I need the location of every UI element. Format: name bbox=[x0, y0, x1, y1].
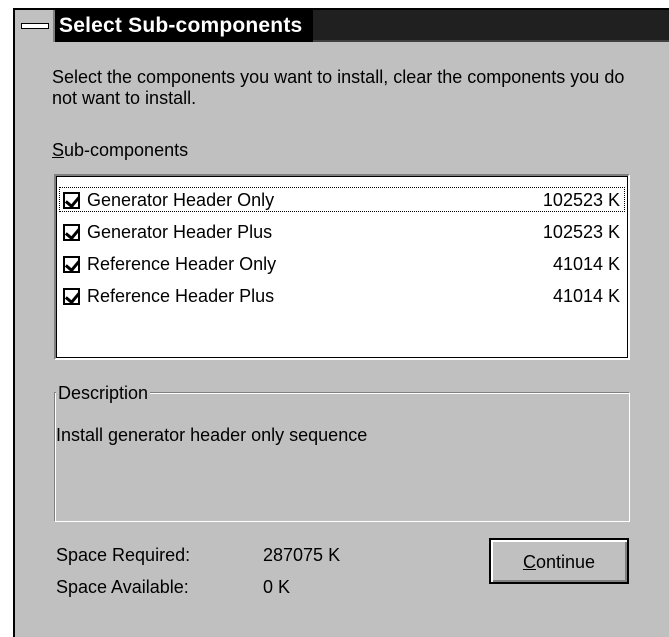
title-bar[interactable]: Select Sub-components bbox=[15, 10, 669, 42]
window-title: Select Sub-components bbox=[59, 14, 303, 37]
list-item[interactable]: Reference Header Plus 41014 K bbox=[58, 282, 626, 309]
space-required-value: 287075 K bbox=[263, 545, 341, 565]
space-available-label: Space Available: bbox=[56, 577, 189, 597]
checkbox-checked-icon[interactable] bbox=[63, 192, 80, 209]
space-required-label: Space Required: bbox=[56, 545, 191, 565]
checkbox-checked-icon[interactable] bbox=[63, 288, 80, 305]
component-size: 41014 K bbox=[552, 254, 620, 274]
system-menu-icon[interactable] bbox=[15, 10, 55, 42]
component-name: Reference Header Plus bbox=[87, 286, 275, 306]
description-label: Description bbox=[56, 382, 151, 404]
checkbox-checked-icon[interactable] bbox=[63, 224, 80, 241]
space-available-value: 0 K bbox=[263, 577, 291, 597]
component-name: Generator Header Only bbox=[87, 190, 275, 210]
subcomponents-list[interactable]: Generator Header Only 102523 K Generator… bbox=[54, 174, 630, 360]
list-item[interactable]: Reference Header Only 41014 K bbox=[58, 250, 626, 277]
continue-button[interactable]: Continue bbox=[489, 538, 629, 584]
component-size: 102523 K bbox=[542, 190, 620, 210]
component-size: 102523 K bbox=[542, 222, 620, 242]
component-name: Reference Header Only bbox=[87, 254, 277, 274]
instructions-text: Select the components you want to instal… bbox=[52, 67, 625, 108]
checkbox-checked-icon[interactable] bbox=[63, 256, 80, 273]
component-name: Generator Header Plus bbox=[87, 222, 273, 242]
list-item[interactable]: Generator Header Plus 102523 K bbox=[58, 218, 626, 245]
continue-button-label: Continue bbox=[522, 552, 596, 572]
component-size: 41014 K bbox=[552, 286, 620, 306]
list-item[interactable]: Generator Header Only 102523 K bbox=[58, 186, 626, 213]
subcomponents-label: Sub-components bbox=[52, 140, 189, 160]
title-bar-fill bbox=[313, 10, 669, 42]
description-groupbox bbox=[54, 392, 630, 522]
description-text: Install generator header only sequence bbox=[56, 425, 368, 445]
